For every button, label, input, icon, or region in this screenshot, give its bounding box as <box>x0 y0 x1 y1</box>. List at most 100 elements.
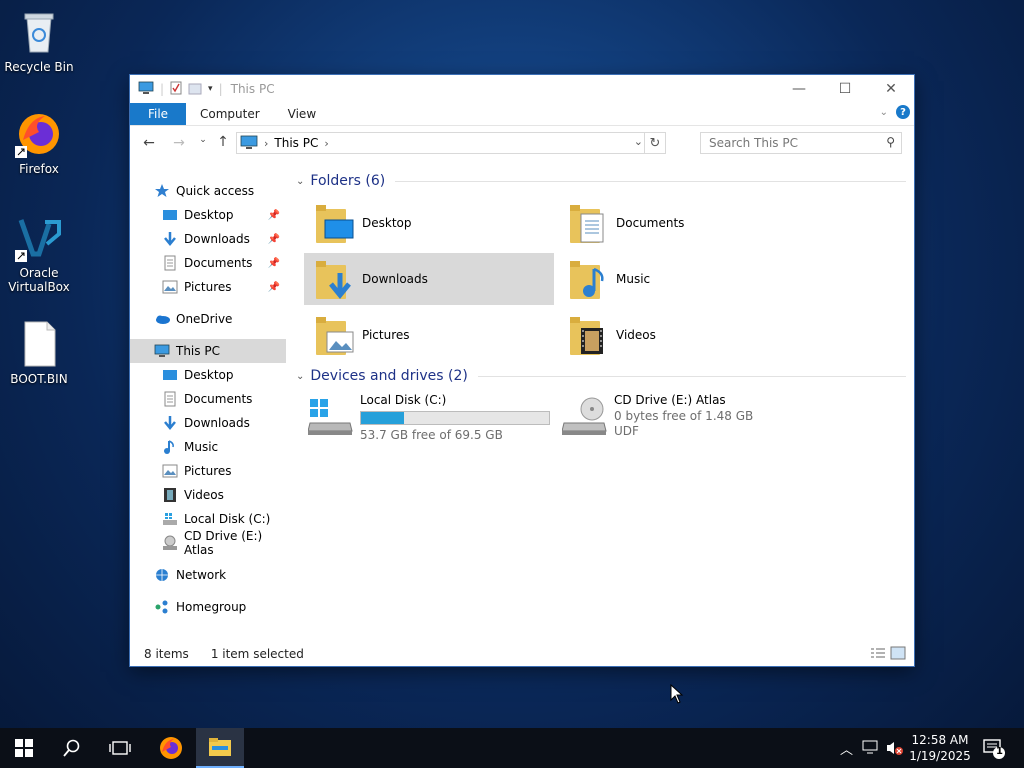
sidebar-item-this-pc[interactable]: This PC <box>130 339 286 363</box>
sidebar-item-label: Documents <box>184 392 253 406</box>
taskbar: ︿ 12:58 AM 1/19/2025 1 <box>0 728 1024 768</box>
forward-button[interactable]: → <box>168 135 190 151</box>
sidebar-item-label: Homegroup <box>176 600 247 614</box>
volume-muted-icon[interactable] <box>886 740 904 759</box>
up-button[interactable]: ↑ <box>212 134 234 150</box>
desktop-icon-recycle-bin[interactable]: Recycle Bin <box>3 8 75 74</box>
window-title: This PC <box>230 82 275 96</box>
downloads-folder-icon <box>314 259 354 299</box>
folder-label: Desktop <box>362 216 412 230</box>
address-dropdown-icon[interactable]: ⌄ <box>634 135 643 148</box>
taskbar-file-explorer[interactable] <box>196 728 244 768</box>
folders-group-header[interactable]: ⌄ Folders (6) <box>296 173 906 189</box>
video-icon <box>162 487 178 503</box>
sidebar-item-pc-documents[interactable]: Documents <box>162 387 252 411</box>
recent-locations-icon[interactable]: ⌄ <box>192 135 214 145</box>
drives-group-header[interactable]: ⌄ Devices and drives (2) <box>296 368 906 384</box>
sidebar-item-cd-drive[interactable]: CD Drive (E:) Atlas <box>162 529 286 557</box>
action-center-icon[interactable] <box>982 738 1008 763</box>
firefox-icon <box>160 737 182 759</box>
folder-videos[interactable]: Videos <box>558 309 808 361</box>
drive-name: Local Disk (C:) <box>360 393 447 407</box>
sidebar-item-desktop[interactable]: Desktop 📌 <box>162 203 284 227</box>
sidebar-item-local-disk[interactable]: Local Disk (C:) <box>162 507 270 531</box>
file-explorer-window[interactable]: | ▾ | This PC — ☐ ✕ File Computer View ⌄… <box>130 75 914 666</box>
firefox-icon <box>15 110 63 158</box>
details-view-icon[interactable] <box>870 647 886 662</box>
taskbar-firefox[interactable] <box>147 728 195 768</box>
tab-computer[interactable]: Computer <box>186 103 274 125</box>
folder-label: Documents <box>616 216 685 230</box>
sidebar-item-label: Desktop <box>184 368 234 382</box>
sidebar-item-homegroup[interactable]: Homegroup <box>154 595 246 619</box>
pin-icon[interactable]: 📌 <box>268 210 280 221</box>
sidebar-item-network[interactable]: Network <box>154 563 226 587</box>
search-button[interactable] <box>48 728 96 768</box>
tab-view[interactable]: View <box>274 103 330 125</box>
back-button[interactable]: ← <box>138 135 160 151</box>
drive-name: CD Drive (E:) Atlas <box>614 393 726 407</box>
local-disk-icon <box>307 399 354 438</box>
document-icon <box>162 391 178 407</box>
music-icon <box>162 439 178 455</box>
pictures-folder-icon <box>314 315 354 355</box>
drive-local-disk[interactable]: Local Disk (C:) 53.7 GB free of 69.5 GB <box>307 393 568 443</box>
sidebar-item-documents[interactable]: Documents 📌 <box>162 251 284 275</box>
desktop-icon-firefox[interactable]: Firefox <box>3 110 75 176</box>
address-bar[interactable]: › This PC › ⌄ ↻ <box>236 132 666 154</box>
breadcrumb-chevron-icon[interactable]: › <box>324 137 328 150</box>
folder-desktop[interactable]: Desktop <box>304 197 554 249</box>
minimize-button[interactable]: — <box>776 75 822 103</box>
sidebar-item-pictures[interactable]: Pictures 📌 <box>162 275 284 299</box>
folder-pictures[interactable]: Pictures <box>304 309 554 361</box>
collapse-chevron-icon[interactable]: ⌄ <box>296 371 304 382</box>
sidebar-item-pc-desktop[interactable]: Desktop <box>162 363 234 387</box>
network-icon <box>154 567 170 583</box>
sidebar-item-quick-access[interactable]: Quick access <box>154 179 254 203</box>
desktop-icon-virtualbox[interactable]: Oracle VirtualBox <box>3 214 75 294</box>
folder-documents[interactable]: Documents <box>558 197 808 249</box>
network-tray-icon[interactable] <box>862 740 880 759</box>
customize-toolbar-icon[interactable]: ▾ <box>208 84 213 94</box>
task-view-button[interactable] <box>96 728 144 768</box>
pin-icon[interactable]: 📌 <box>268 258 280 269</box>
show-hidden-icons-icon[interactable]: ︿ <box>840 739 853 758</box>
cd-drive-icon <box>561 397 608 438</box>
help-icon[interactable]: ? <box>896 105 910 119</box>
search-input[interactable]: Search This PC ⚲ <box>700 132 902 154</box>
pin-icon[interactable]: 📌 <box>268 282 280 293</box>
pin-icon[interactable]: 📌 <box>268 234 280 245</box>
maximize-button[interactable]: ☐ <box>822 75 868 103</box>
close-button[interactable]: ✕ <box>868 75 914 103</box>
drive-cd-drive[interactable]: CD Drive (E:) Atlas 0 bytes free of 1.48… <box>561 393 822 443</box>
drives-header-label: Devices and drives (2) <box>310 368 468 384</box>
search-icon: ⚲ <box>886 135 895 149</box>
sidebar-item-onedrive[interactable]: OneDrive <box>154 307 232 331</box>
sidebar-item-pc-videos[interactable]: Videos <box>162 483 224 507</box>
new-folder-icon[interactable] <box>188 81 202 98</box>
sidebar-item-pc-pictures[interactable]: Pictures <box>162 459 232 483</box>
expand-ribbon-icon[interactable]: ⌄ <box>880 107 888 118</box>
breadcrumb-chevron-icon[interactable]: › <box>264 137 268 150</box>
tab-file[interactable]: File <box>130 103 186 125</box>
collapse-chevron-icon[interactable]: ⌄ <box>296 176 304 187</box>
sidebar-item-downloads[interactable]: Downloads 📌 <box>162 227 284 251</box>
sidebar-item-pc-music[interactable]: Music <box>162 435 218 459</box>
folder-label: Videos <box>616 328 656 342</box>
title-bar[interactable]: | ▾ | This PC — ☐ ✕ <box>130 75 914 103</box>
document-icon <box>162 255 178 271</box>
sidebar-item-label: Downloads <box>184 416 250 430</box>
properties-icon[interactable] <box>170 81 182 98</box>
sidebar-item-pc-downloads[interactable]: Downloads <box>162 411 250 435</box>
sidebar-item-label: Quick access <box>176 184 255 198</box>
clock[interactable]: 12:58 AM 1/19/2025 <box>908 732 972 764</box>
cloud-icon <box>154 311 170 327</box>
large-icons-view-icon[interactable] <box>890 646 906 663</box>
drive-free-space: 53.7 GB free of 69.5 GB <box>360 428 503 442</box>
breadcrumb-this-pc[interactable]: This PC <box>274 136 318 150</box>
folder-downloads[interactable]: Downloads <box>304 253 554 305</box>
refresh-icon[interactable]: ↻ <box>644 133 665 153</box>
desktop-icon-boot-bin[interactable]: BOOT.BIN <box>3 320 75 386</box>
start-button[interactable] <box>0 728 48 768</box>
folder-music[interactable]: Music <box>558 253 808 305</box>
